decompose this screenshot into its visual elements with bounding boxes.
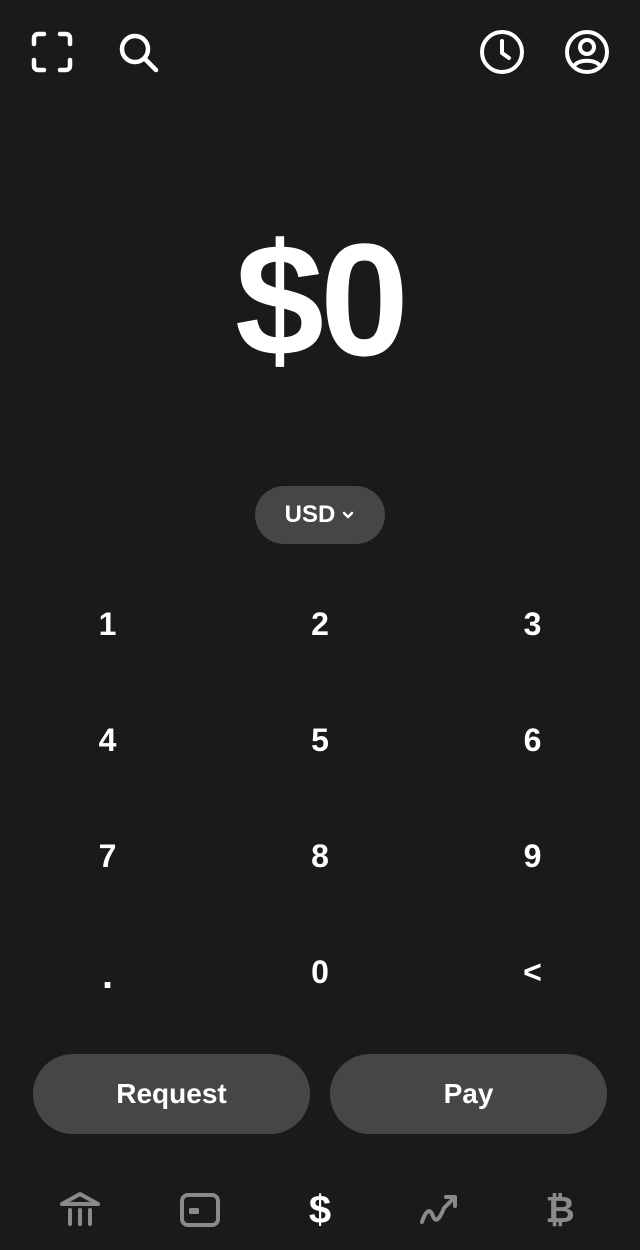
pay-button[interactable]: Pay xyxy=(330,1054,607,1134)
key-4[interactable]: 4 xyxy=(0,682,215,798)
key-8[interactable]: 8 xyxy=(215,798,425,914)
currency-selector[interactable]: USD xyxy=(255,486,385,544)
key-1[interactable]: 1 xyxy=(0,566,215,682)
activity-clock-icon[interactable] xyxy=(478,28,526,76)
top-bar xyxy=(0,0,640,110)
chevron-down-icon xyxy=(343,511,354,519)
search-icon[interactable] xyxy=(114,28,162,76)
nav-banking[interactable] xyxy=(58,1188,102,1232)
key-9[interactable]: 9 xyxy=(425,798,640,914)
profile-icon[interactable] xyxy=(563,28,611,76)
nav-investing[interactable] xyxy=(418,1188,462,1232)
dollar-sign-icon: $ xyxy=(308,1188,332,1232)
request-button[interactable]: Request xyxy=(33,1054,310,1134)
investing-trend-icon xyxy=(420,1195,457,1224)
key-2[interactable]: 2 xyxy=(215,566,425,682)
bitcoin-icon: ₿ xyxy=(545,1189,575,1230)
key-decimal[interactable]: . xyxy=(0,914,215,1030)
key-7[interactable]: 7 xyxy=(0,798,215,914)
scan-icon[interactable] xyxy=(28,28,76,76)
key-3[interactable]: 3 xyxy=(425,566,640,682)
amount-display: $0 xyxy=(235,210,409,389)
bank-icon xyxy=(60,1192,100,1226)
nav-card[interactable] xyxy=(178,1188,222,1232)
key-5[interactable]: 5 xyxy=(215,682,425,798)
nav-money[interactable]: $ xyxy=(298,1188,342,1232)
keypad: 1 2 3 4 5 6 7 8 9 . 0 < xyxy=(0,566,640,1030)
action-buttons: Request Pay xyxy=(33,1054,607,1134)
bottom-nav: $ ₿ xyxy=(0,1170,640,1250)
nav-bitcoin[interactable]: ₿ xyxy=(538,1188,582,1232)
key-backspace[interactable]: < xyxy=(425,914,640,1030)
key-0[interactable]: 0 xyxy=(215,914,425,1030)
card-icon xyxy=(180,1193,220,1227)
key-6[interactable]: 6 xyxy=(425,682,640,798)
currency-label: USD xyxy=(284,501,336,528)
cash-app-screen: $0 USD 1 2 3 4 5 6 7 8 9 . 0 < Request P… xyxy=(0,0,640,1250)
